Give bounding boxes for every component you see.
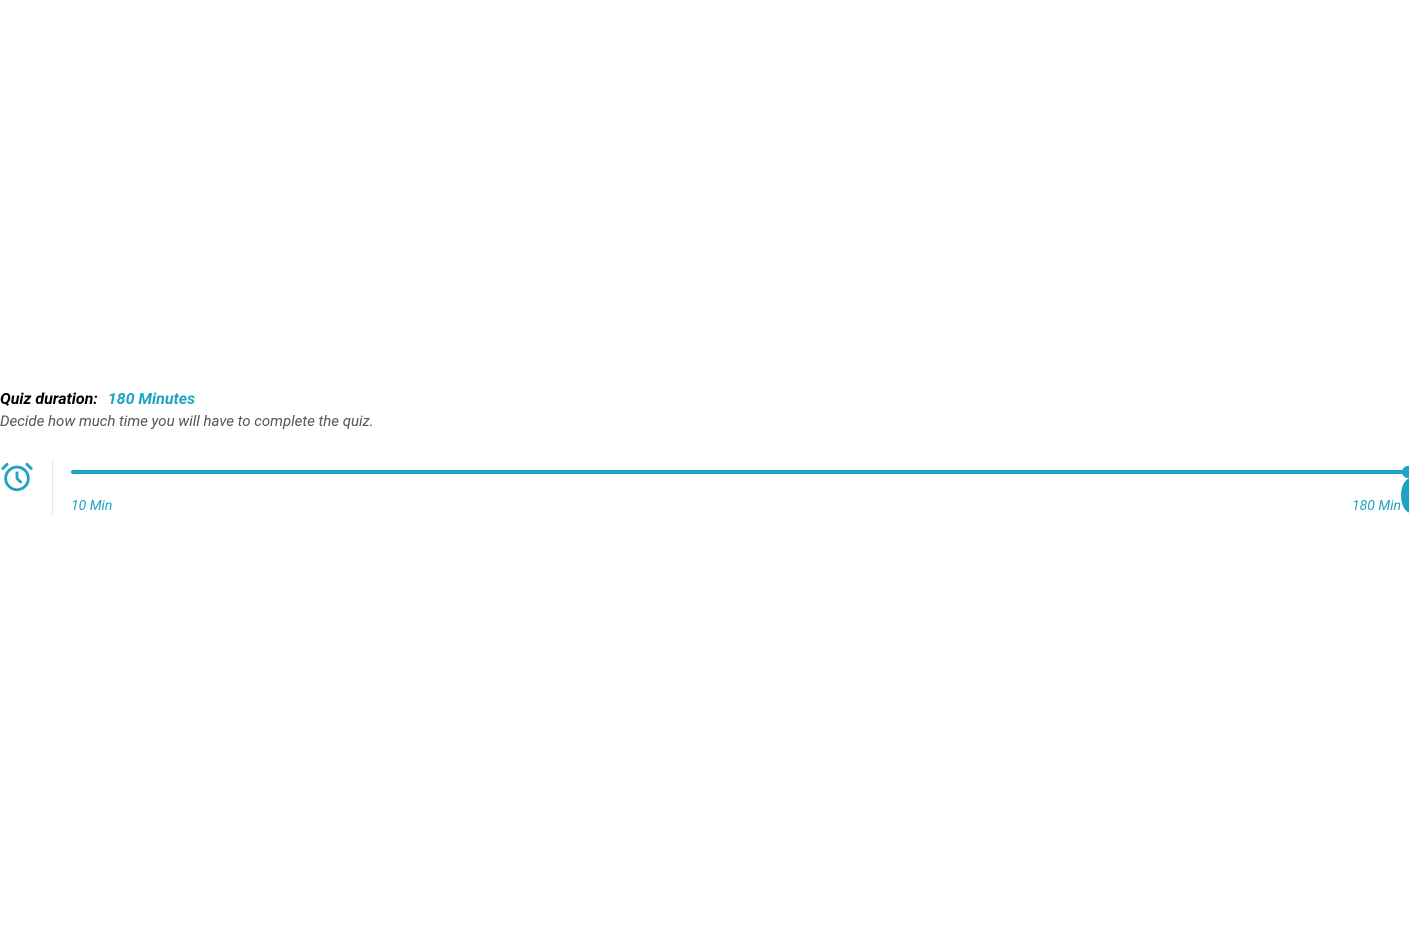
slider-row: 10 Min 180 Min (0, 460, 1409, 515)
slider-thumb[interactable] (1402, 466, 1409, 478)
duration-label: Quiz duration: (0, 389, 98, 408)
duration-description: Decide how much time you will have to co… (0, 412, 1409, 430)
slider-min-label: 10 Min (71, 498, 112, 514)
duration-slider[interactable]: 10 Min 180 Min (71, 460, 1409, 514)
vertical-divider (52, 460, 53, 515)
slider-track[interactable] (71, 470, 1409, 474)
header-row: Quiz duration: 180 Minutes (0, 389, 1409, 408)
alarm-clock-icon (0, 460, 34, 498)
duration-value: 180 Minutes (108, 389, 195, 408)
slider-labels: 10 Min 180 Min (71, 498, 1409, 514)
quiz-duration-panel: Quiz duration: 180 Minutes Decide how mu… (0, 389, 1409, 515)
